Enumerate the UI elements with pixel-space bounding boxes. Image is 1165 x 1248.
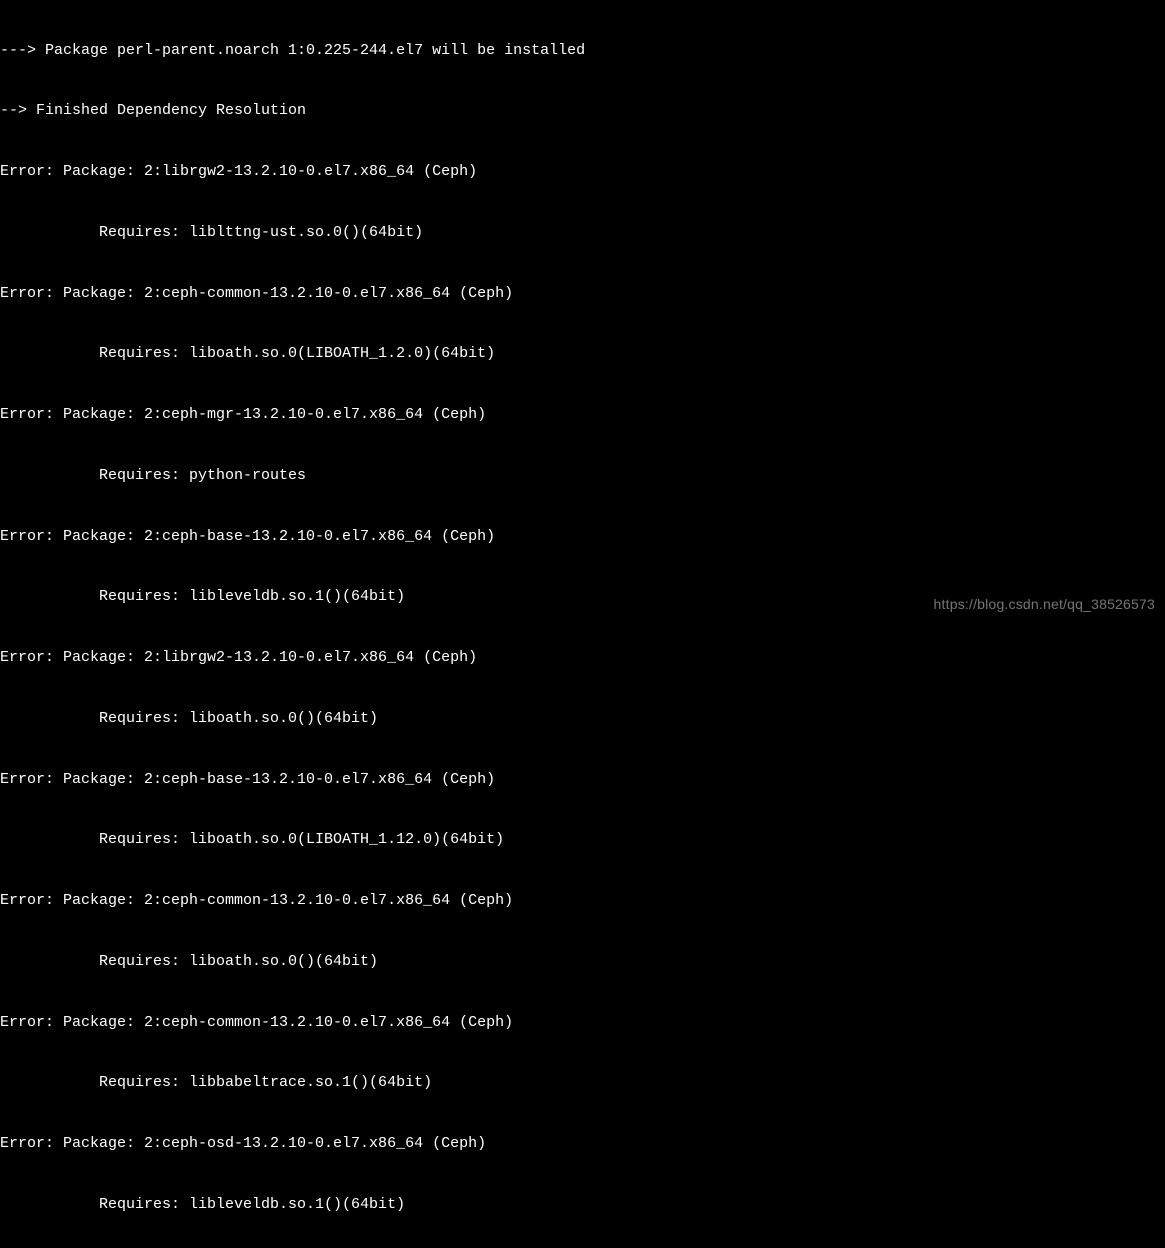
terminal-line: ---> Package perl-parent.noarch 1:0.225-… bbox=[0, 41, 1165, 61]
terminal-line: Requires: libleveldb.so.1()(64bit) bbox=[0, 1195, 1165, 1215]
terminal-line: Error: Package: 2:librgw2-13.2.10-0.el7.… bbox=[0, 162, 1165, 182]
terminal-line: Error: Package: 2:ceph-base-13.2.10-0.el… bbox=[0, 770, 1165, 790]
terminal-line: Error: Package: 2:ceph-common-13.2.10-0.… bbox=[0, 891, 1165, 911]
terminal-line: Requires: liblttng-ust.so.0()(64bit) bbox=[0, 223, 1165, 243]
terminal-line: Error: Package: 2:ceph-osd-13.2.10-0.el7… bbox=[0, 1134, 1165, 1154]
terminal-line: --> Finished Dependency Resolution bbox=[0, 101, 1165, 121]
terminal-line: Requires: python-routes bbox=[0, 466, 1165, 486]
terminal-line: Error: Package: 2:ceph-common-13.2.10-0.… bbox=[0, 1013, 1165, 1033]
terminal-output[interactable]: ---> Package perl-parent.noarch 1:0.225-… bbox=[0, 0, 1165, 1248]
terminal-line: Requires: liboath.so.0()(64bit) bbox=[0, 952, 1165, 972]
terminal-line: Error: Package: 2:librgw2-13.2.10-0.el7.… bbox=[0, 648, 1165, 668]
terminal-line: Requires: libbabeltrace.so.1()(64bit) bbox=[0, 1073, 1165, 1093]
terminal-line: Requires: liboath.so.0()(64bit) bbox=[0, 709, 1165, 729]
terminal-line: Error: Package: 2:ceph-base-13.2.10-0.el… bbox=[0, 527, 1165, 547]
terminal-line: Requires: liboath.so.0(LIBOATH_1.2.0)(64… bbox=[0, 344, 1165, 364]
terminal-line: Error: Package: 2:ceph-mgr-13.2.10-0.el7… bbox=[0, 405, 1165, 425]
terminal-line: Requires: liboath.so.0(LIBOATH_1.12.0)(6… bbox=[0, 830, 1165, 850]
watermark-text: https://blog.csdn.net/qq_38526573 bbox=[934, 595, 1155, 614]
terminal-line: Error: Package: 2:ceph-common-13.2.10-0.… bbox=[0, 284, 1165, 304]
